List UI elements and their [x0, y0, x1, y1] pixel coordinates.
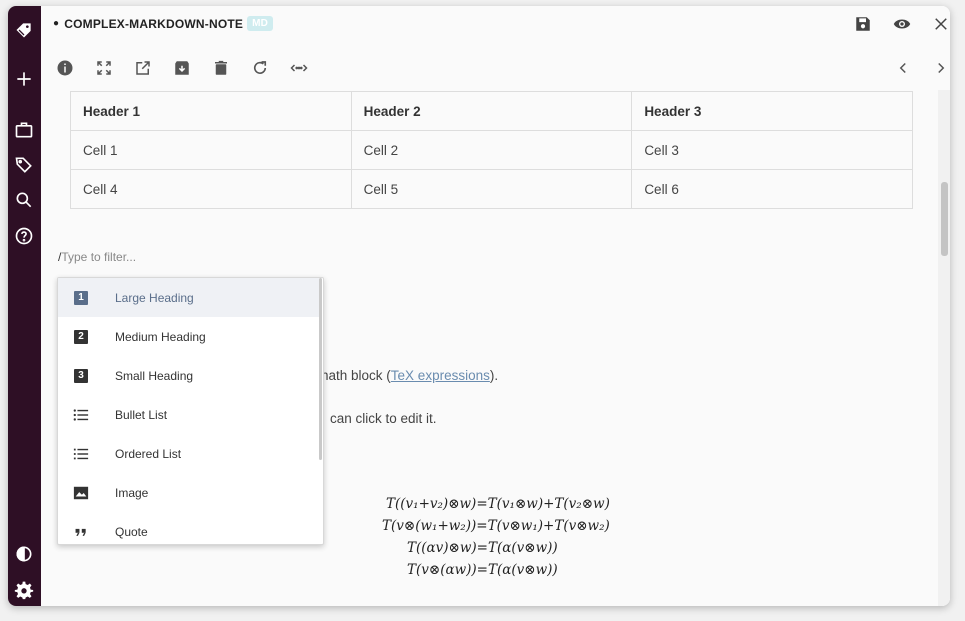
math-line[interactable]: T((v₁+v₂)⊗w)=T(v₁⊗w)+T(v₂⊗w) [386, 496, 610, 512]
paragraph-text-end: ). [489, 368, 499, 383]
heading-3-icon: 3 [72, 367, 90, 385]
table-header-cell: Header 1 [70, 91, 352, 131]
tex-expressions-link[interactable]: TeX expressions [391, 368, 490, 383]
table-header-cell: Header 2 [350, 91, 633, 131]
slash-filter-input[interactable]: /Type to filter... [58, 250, 136, 264]
close-icon[interactable] [931, 14, 950, 34]
tag-icon[interactable] [14, 20, 34, 40]
filter-placeholder: Type to filter... [61, 250, 137, 264]
briefcase-icon[interactable] [14, 120, 34, 140]
paragraph-text: nath block ( [321, 368, 391, 383]
markdown-table: Header 1 Header 2 Header 3 Cell 1 Cell 2… [70, 91, 913, 209]
heading-2-icon: 2 [72, 328, 90, 346]
code-icon[interactable] [289, 58, 309, 78]
image-icon [72, 484, 90, 502]
table-row: Cell 1 Cell 2 Cell 3 [70, 130, 913, 170]
tags-icon[interactable] [14, 155, 34, 175]
menu-item-label: Medium Heading [115, 329, 206, 344]
editor-scroll-thumb[interactable] [941, 182, 948, 256]
menu-item-label: Quote [115, 524, 148, 539]
math-line[interactable]: T((αv)⊗w)=T(α(v⊗w)) [407, 540, 558, 556]
menu-item-small-heading[interactable]: 3 Small Heading [58, 356, 319, 395]
search-icon[interactable] [14, 190, 34, 210]
archive-icon[interactable] [172, 58, 192, 78]
table-cell: Cell 6 [631, 169, 913, 209]
table-cell: Cell 1 [70, 130, 352, 170]
paragraph-edit-hint: can click to edit it. [330, 411, 437, 426]
main-panel: ● COMPLEX-MARKDOWN-NOTE MD Header 1 Head… [41, 6, 950, 606]
paragraph-math-block: nath block (TeX expressions). [321, 368, 498, 383]
menu-item-quote[interactable]: Quote [58, 512, 319, 544]
menu-item-bullet-list[interactable]: Bullet List [58, 395, 319, 434]
table-header-cell: Header 3 [631, 91, 913, 131]
heading-1-icon: 1 [72, 289, 90, 307]
trash-icon[interactable] [211, 58, 231, 78]
menu-item-medium-heading[interactable]: 2 Medium Heading [58, 317, 319, 356]
menu-item-label: Image [115, 485, 149, 500]
unsaved-dot: ● [53, 18, 60, 29]
app-window: ● COMPLEX-MARKDOWN-NOTE MD Header 1 Head… [8, 6, 950, 606]
menu-item-label: Large Heading [115, 290, 194, 305]
table-cell: Cell 3 [631, 130, 913, 170]
quote-icon [72, 523, 90, 541]
open-external-icon[interactable] [133, 58, 153, 78]
menu-item-large-heading[interactable]: 1 Large Heading [58, 278, 319, 317]
contrast-icon[interactable] [14, 544, 34, 564]
note-title: ● COMPLEX-MARKDOWN-NOTE MD [53, 16, 274, 31]
block-insert-menu: 1 Large Heading 2 Medium Heading 3 Small… [57, 277, 324, 545]
menu-item-label: Bullet List [115, 407, 168, 422]
editor-scrollbar[interactable] [938, 90, 950, 606]
left-rail [8, 6, 41, 606]
refresh-icon[interactable] [250, 58, 270, 78]
bullet-list-icon [72, 406, 90, 424]
ordered-list-icon [72, 445, 90, 463]
math-line[interactable]: T(v⊗(w₁+w₂))=T(v⊗w₁)+T(v⊗w₂) [382, 518, 610, 534]
math-line[interactable]: T(v⊗(αw))=T(α(v⊗w)) [407, 562, 558, 578]
table-cell: Cell 2 [350, 130, 633, 170]
editor-content[interactable]: Header 1 Header 2 Header 3 Cell 1 Cell 2… [41, 90, 938, 606]
menu-item-label: Small Heading [115, 368, 194, 383]
chevron-left-icon[interactable] [893, 58, 913, 78]
info-icon[interactable] [55, 58, 75, 78]
note-title-text: COMPLEX-MARKDOWN-NOTE [64, 16, 244, 31]
help-icon[interactable] [14, 226, 34, 246]
settings-icon[interactable] [14, 580, 34, 600]
plus-icon[interactable] [14, 69, 34, 89]
title-bar: ● COMPLEX-MARKDOWN-NOTE MD [41, 6, 950, 46]
save-icon[interactable] [853, 14, 873, 34]
menu-scrollbar[interactable] [319, 278, 322, 460]
table-header-row: Header 1 Header 2 Header 3 [70, 91, 913, 131]
menu-item-label: Ordered List [115, 446, 182, 461]
table-row: Cell 4 Cell 5 Cell 6 [70, 169, 913, 209]
table-cell: Cell 4 [70, 169, 352, 209]
fullscreen-icon[interactable] [94, 58, 114, 78]
chevron-right-icon[interactable] [931, 58, 950, 78]
format-badge: MD [247, 16, 274, 31]
preview-icon[interactable] [892, 14, 912, 34]
menu-item-ordered-list[interactable]: Ordered List [58, 434, 319, 473]
table-cell: Cell 5 [350, 169, 633, 209]
menu-item-image[interactable]: Image [58, 473, 319, 512]
